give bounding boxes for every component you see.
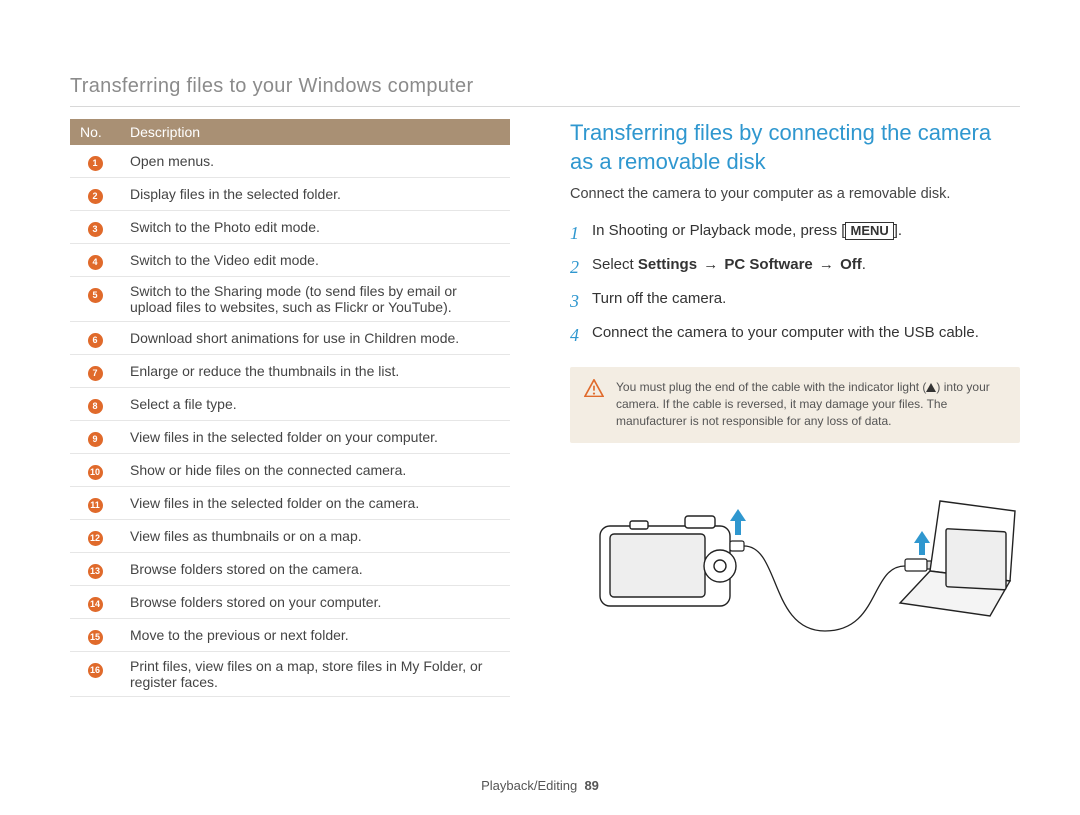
bold-pc-software: PC Software	[724, 256, 812, 273]
footer-section: Playback/Editing	[481, 778, 577, 793]
left-column: No. Description 1 Open menus. 2 Display fi…	[70, 119, 510, 697]
table-row: 3 Switch to the Photo edit mode.	[70, 211, 510, 244]
row-desc: Browse folders stored on the camera.	[120, 553, 510, 586]
description-table: No. Description 1 Open menus. 2 Display fi…	[70, 119, 510, 697]
table-row: 15 Move to the previous or next folder.	[70, 619, 510, 652]
bold-off: Off	[840, 256, 862, 273]
row-number-badge: 9	[88, 432, 103, 447]
row-number-badge: 8	[88, 399, 103, 414]
bold-settings: Settings	[638, 256, 697, 273]
row-number-badge: 7	[88, 366, 103, 381]
table-row: 4 Switch to the Video edit mode.	[70, 244, 510, 277]
row-number-badge: 5	[88, 288, 103, 303]
row-desc: Switch to the Sharing mode (to send file…	[120, 277, 510, 322]
table-header-row: No. Description	[70, 119, 510, 145]
row-number-badge: 15	[88, 630, 103, 645]
row-number-badge: 6	[88, 333, 103, 348]
table-row: 11 View files in the selected folder on t…	[70, 487, 510, 520]
table-row: 12 View files as thumbnails or on a map.	[70, 520, 510, 553]
warning-note: You must plug the end of the cable with …	[570, 367, 1020, 443]
row-desc: Switch to the Photo edit mode.	[120, 211, 510, 244]
step-text: Turn off the camera.	[592, 288, 726, 314]
menu-button-label: MENU	[845, 222, 893, 240]
row-desc: Browse folders stored on your computer.	[120, 586, 510, 619]
step-text: .	[862, 256, 866, 273]
arrow-icon: →	[813, 256, 840, 273]
table-header-desc: Description	[120, 119, 510, 145]
table-row: 2 Display files in the selected folder.	[70, 178, 510, 211]
step-item: In Shooting or Playback mode, press [MEN…	[570, 220, 1020, 246]
manual-page: Transferring files to your Windows compu…	[0, 0, 1080, 815]
table-row: 6 Download short animations for use in Ch…	[70, 322, 510, 355]
step-item: Turn off the camera.	[570, 288, 1020, 314]
section-intro: Connect the camera to your computer as a…	[570, 186, 1020, 202]
row-desc: View files as thumbnails or on a map.	[120, 520, 510, 553]
row-desc: Switch to the Video edit mode.	[120, 244, 510, 277]
step-text: ].	[894, 222, 902, 239]
row-desc: Select a file type.	[120, 388, 510, 421]
page-title: Transferring files to your Windows compu…	[70, 75, 1020, 107]
row-number-badge: 14	[88, 597, 103, 612]
table-header-no: No.	[70, 119, 120, 145]
row-desc: View files in the selected folder on the…	[120, 487, 510, 520]
warning-text: You must plug the end of the cable with …	[616, 380, 926, 394]
warning-icon	[584, 379, 604, 397]
steps-list: In Shooting or Playback mode, press [MEN…	[570, 220, 1020, 348]
row-desc: Print files, view files on a map, store …	[120, 652, 510, 697]
page-footer: Playback/Editing 89	[0, 778, 1080, 793]
table-row: 16 Print files, view files on a map, stor…	[70, 652, 510, 697]
triangle-up-icon	[926, 383, 936, 392]
step-text: In Shooting or Playback mode, press [	[592, 222, 845, 239]
table-row: 9 View files in the selected folder on yo…	[70, 421, 510, 454]
section-heading: Transferring files by connecting the cam…	[570, 119, 1020, 176]
row-desc: View files in the selected folder on you…	[120, 421, 510, 454]
two-column-layout: No. Description 1 Open menus. 2 Display fi…	[70, 119, 1020, 697]
row-number-badge: 10	[88, 465, 103, 480]
step-item: Select Settings → PC Software → Off.	[570, 254, 1020, 280]
row-number-badge: 13	[88, 564, 103, 579]
row-number-badge: 2	[88, 189, 103, 204]
row-number-badge: 16	[88, 663, 103, 678]
row-number-badge: 12	[88, 531, 103, 546]
table-row: 5 Switch to the Sharing mode (to send fil…	[70, 277, 510, 322]
arrow-icon: →	[697, 256, 724, 273]
right-column: Transferring files by connecting the cam…	[570, 119, 1020, 697]
row-desc: Enlarge or reduce the thumbnails in the …	[120, 355, 510, 388]
row-desc: Show or hide files on the connected came…	[120, 454, 510, 487]
row-desc: Display files in the selected folder.	[120, 178, 510, 211]
step-text: Select	[592, 256, 638, 273]
row-desc: Open menus.	[120, 145, 510, 178]
table-row: 7 Enlarge or reduce the thumbnails in the…	[70, 355, 510, 388]
row-desc: Move to the previous or next folder.	[120, 619, 510, 652]
table-row: 1 Open menus.	[70, 145, 510, 178]
step-item: Connect the camera to your computer with…	[570, 322, 1020, 348]
page-number: 89	[584, 778, 598, 793]
row-number-badge: 3	[88, 222, 103, 237]
step-text: Connect the camera to your computer with…	[592, 322, 979, 348]
row-number-badge: 4	[88, 255, 103, 270]
row-number-badge: 1	[88, 156, 103, 171]
table-row: 14 Browse folders stored on your computer…	[70, 586, 510, 619]
connection-illustration	[570, 471, 1020, 661]
table-row: 13 Browse folders stored on the camera.	[70, 553, 510, 586]
table-row: 8 Select a file type.	[70, 388, 510, 421]
row-number-badge: 11	[88, 498, 103, 513]
row-desc: Download short animations for use in Chi…	[120, 322, 510, 355]
table-row: 10 Show or hide files on the connected ca…	[70, 454, 510, 487]
